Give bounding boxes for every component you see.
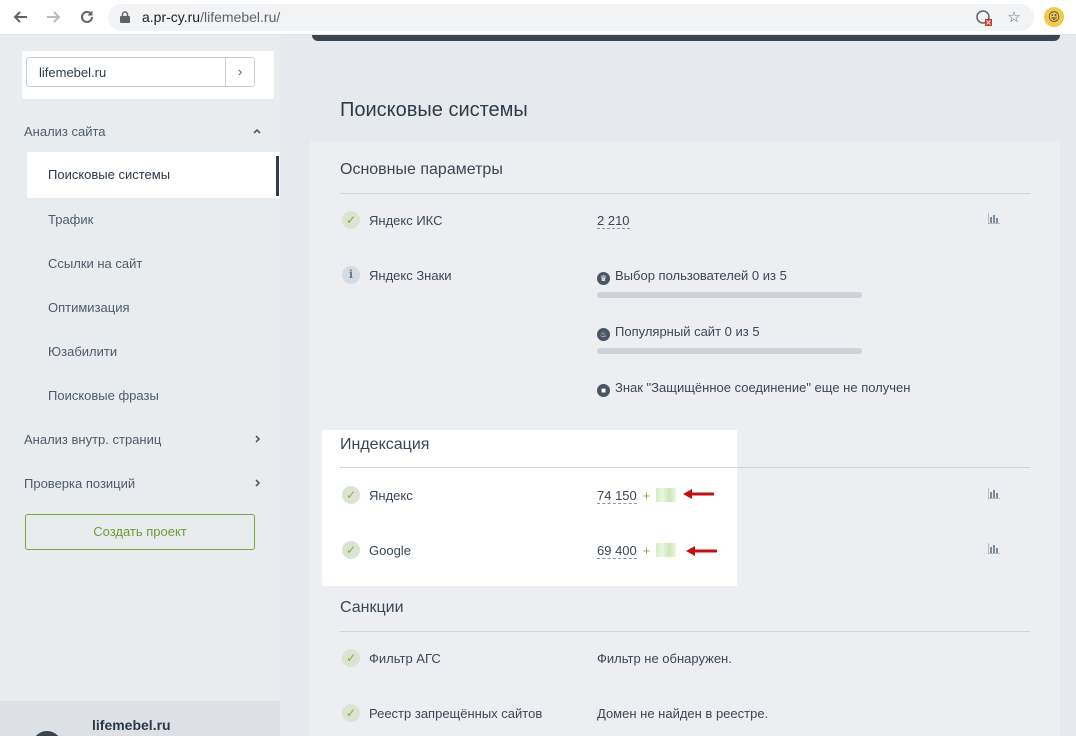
section-title-sanctions: Санкции [340,599,404,616]
sidebar-item-traffic[interactable]: Трафик [48,212,93,227]
go-button[interactable]: › [225,57,255,87]
divider [340,631,1030,632]
sidebar-item-search-phrases[interactable]: Поисковые фразы [48,388,159,403]
lock-icon [120,11,130,23]
lock-icon: ■ [597,384,610,397]
banned-registry-value: Домен не найден в реестре. [597,706,769,721]
address-bar[interactable]: a.pr-cy.ru/lifemebel.ru/ ☆ [108,4,1034,31]
page-title: Поисковые системы [340,99,528,121]
crown-icon: ♛ [597,272,610,285]
bar-chart-icon[interactable] [988,213,1000,224]
info-icon[interactable]: i [342,266,360,284]
check-icon: ✓ [342,704,360,722]
bar-chart-icon[interactable] [988,488,1000,499]
browser-toolbar: a.pr-cy.ru/lifemebel.ru/ ☆ 😜 [0,0,1076,35]
red-arrow-icon [686,546,717,556]
check-icon: ✓ [342,486,360,504]
chevron-right-icon[interactable] [252,433,262,447]
flame-icon: ♨ [597,328,610,341]
site-settings-icon[interactable] [976,10,992,26]
section-title-indexing: Индексация [340,436,430,453]
sidebar-footer: lifemebel.ru [0,701,280,736]
bar-chart-icon[interactable] [988,543,1000,554]
domain-search-box: lifemebel.ru › [22,51,274,99]
users-choice-sign: ♛ Выбор пользователей 0 из 5 [597,268,787,285]
sidebar: lifemebel.ru › Анализ сайта Поисковые си… [0,35,283,736]
divider [340,467,1030,468]
back-icon[interactable] [8,5,32,29]
check-icon: ✓ [342,649,360,667]
sidebar-item-search-engines[interactable]: Поисковые системы [27,152,283,198]
popular-site-sign: ♨ Популярный сайт 0 из 5 [597,324,760,341]
row-label-yandex-index: Яндекс [369,488,413,503]
check-icon: ✓ [342,541,360,559]
row-label-yandex-iks: Яндекс ИКС [369,213,443,228]
reload-icon[interactable] [75,5,99,29]
active-indicator [276,156,279,196]
sidebar-group-inner-pages[interactable]: Анализ внутр. страниц [24,432,161,447]
sidebar-item-optimization[interactable]: Оптимизация [48,300,130,315]
secure-connection-sign: ■ Знак "Защищённое соединение" еще не пол… [597,380,910,397]
sidebar-item-label: Поисковые системы [48,167,171,182]
row-label-yandex-signs: Яндекс Знаки [369,268,452,283]
red-arrow-icon [683,489,714,499]
check-icon: ✓ [342,211,360,229]
section-title-basic: Основные параметры [340,161,503,178]
forward-icon[interactable] [42,5,66,29]
top-banner-edge [312,35,1060,41]
url-text: a.pr-cy.ru/lifemebel.ru/ [142,9,281,25]
yandex-iks-value[interactable]: 2 210 [597,213,630,229]
popular-site-progress [597,348,862,354]
blurred-delta [656,543,677,557]
yandex-index-value[interactable]: 74 150 + [597,488,677,504]
blurred-delta [656,488,677,502]
chevron-up-icon[interactable] [252,125,262,139]
site-avatar [32,731,62,736]
google-index-value[interactable]: 69 400 + [597,543,677,559]
chevron-right-icon[interactable] [252,477,262,491]
sidebar-group-site-analysis[interactable]: Анализ сайта [24,124,106,139]
footer-site-name: lifemebel.ru [92,717,171,733]
row-label-ags-filter: Фильтр АГС [369,651,441,666]
profile-avatar-icon[interactable]: 😜 [1044,7,1064,27]
sidebar-group-positions[interactable]: Проверка позиций [24,476,135,491]
row-label-banned-registry: Реестр запрещённых сайтов [369,706,543,721]
main-content: Поисковые системы Основные параметры ✓ Я… [280,35,1076,736]
star-icon[interactable]: ☆ [1006,10,1022,26]
divider [340,193,1030,194]
users-choice-progress [597,292,862,298]
row-label-google-index: Google [369,543,411,558]
domain-input[interactable]: lifemebel.ru [26,57,226,87]
create-project-button[interactable]: Создать проект [25,514,255,550]
ags-filter-value: Фильтр не обнаружен. [597,651,732,666]
sidebar-item-usability[interactable]: Юзабилити [48,344,117,359]
sidebar-item-backlinks[interactable]: Ссылки на сайт [48,256,142,271]
